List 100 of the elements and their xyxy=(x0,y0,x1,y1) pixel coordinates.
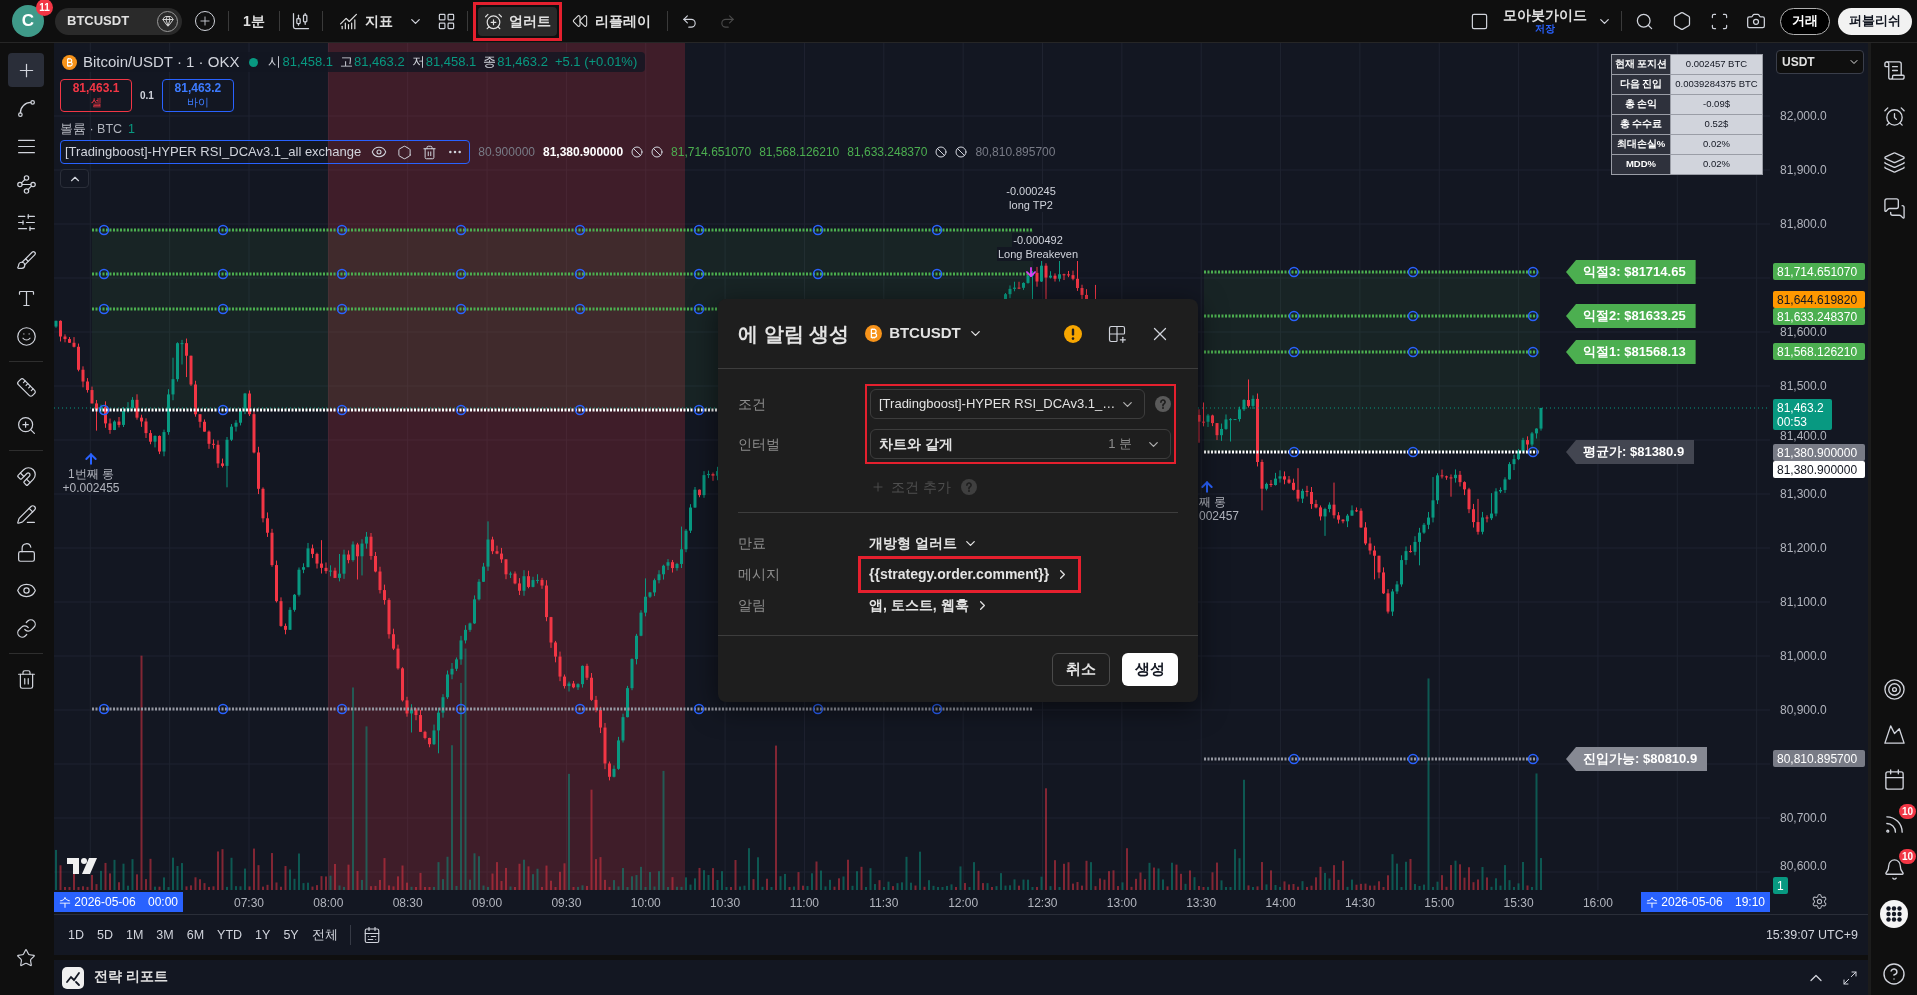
settings-button[interactable] xyxy=(397,144,413,160)
sidebar-button[interactable]: 10 xyxy=(1874,849,1914,889)
nodes-icon xyxy=(15,173,37,195)
price-label: 익절2: $81633.25 xyxy=(1566,304,1696,328)
table-cell: 다음 진입 xyxy=(1612,75,1670,94)
visibility-button[interactable] xyxy=(371,144,388,160)
field-label: 만료 xyxy=(738,534,767,553)
annotation-text: 째 롱 xyxy=(1199,495,1227,509)
price-tag: 80,810.895700 xyxy=(1773,750,1865,767)
add-widget-button[interactable] xyxy=(1107,323,1127,344)
price-tag: 81,380.900000 xyxy=(1773,444,1865,461)
maximize-icon xyxy=(1842,969,1858,986)
apps-grid-icon xyxy=(1880,900,1908,928)
indicator-name: [Tradingboost]-HYPER RSI_DCAv3.1_all exchange xyxy=(65,143,362,162)
publish-button[interactable]: 퍼블리쉬 xyxy=(1838,7,1912,35)
time-tick: 14:30 xyxy=(1343,895,1376,912)
indicators-button[interactable]: 지표 xyxy=(330,7,401,35)
undo-icon xyxy=(681,12,699,30)
time-tick: 14:00 xyxy=(1264,895,1297,912)
time-tick: 15:00 xyxy=(1423,895,1456,912)
countdown-text: 00:53 xyxy=(1777,414,1809,429)
price-tick: 81,200.0 xyxy=(1780,541,1827,555)
zoom-in-icon xyxy=(15,414,37,436)
price-tick: 80,700.0 xyxy=(1780,811,1827,825)
down-arrow-icon xyxy=(1024,265,1038,279)
table-cell: -0.09$ xyxy=(1671,95,1762,114)
range-button[interactable]: 1M xyxy=(119,922,150,948)
time-tick: 09:00 xyxy=(471,895,504,912)
symbol-search[interactable]: BTCUSDT xyxy=(55,7,182,35)
range-button[interactable]: YTD xyxy=(211,922,249,948)
field-label: 인터벌 xyxy=(738,434,781,454)
price-tag: 81,568.126210 xyxy=(1773,343,1865,360)
indicator-value: 81,633.248370 xyxy=(847,144,928,161)
price-tick: 81,300.0 xyxy=(1780,487,1827,501)
price-tick: 82,000.0 xyxy=(1780,109,1827,123)
interval-select[interactable]: 차트와 같게 1 분 xyxy=(870,429,1171,459)
brush-icon xyxy=(15,249,37,271)
eye-icon xyxy=(371,144,388,160)
buy-button[interactable]: 81,463.2 바이 xyxy=(161,79,234,112)
price-tick: 81,600.0 xyxy=(1780,325,1827,339)
ohlc-value: 81,458.1 xyxy=(425,53,477,72)
axis-settings-button[interactable] xyxy=(1811,893,1828,910)
table-cell: 0.0039284375 BTC xyxy=(1671,75,1762,94)
range-button[interactable]: 5Y xyxy=(277,922,305,948)
sidebar-button[interactable]: 10 xyxy=(1874,804,1914,844)
price-tag: 81,714.651070 xyxy=(1773,263,1865,280)
ohlc-label: 시 xyxy=(268,53,282,72)
interval-button[interactable]: 1분 xyxy=(235,7,273,35)
range-button[interactable]: 3M xyxy=(150,922,180,948)
ruler-icon xyxy=(15,376,37,398)
magnet-icon xyxy=(15,465,37,487)
dropdown-button[interactable]: 개방형 얼러트 xyxy=(869,533,978,554)
candlestick-icon xyxy=(290,11,311,31)
condition-select[interactable]: [Tradingboost]-HYPER RSI_DCAv3.1_… xyxy=(870,389,1145,419)
range-button[interactable]: 1Y xyxy=(249,922,277,948)
tool-button[interactable] xyxy=(8,53,44,87)
fullscreen-icon xyxy=(1709,11,1729,31)
range-button[interactable]: 1D xyxy=(62,922,90,948)
maximize-button[interactable] xyxy=(1842,969,1858,986)
notification-badge: 11 xyxy=(36,0,53,16)
time-tick: 09:30 xyxy=(550,895,583,912)
price-tick: 81,900.0 xyxy=(1780,163,1827,177)
calendar-icon xyxy=(1882,767,1906,791)
sell-button[interactable]: 81,463.1 셀 xyxy=(60,79,132,112)
time-tick: 13:30 xyxy=(1185,895,1218,912)
currency-select[interactable]: USDT xyxy=(1776,50,1864,74)
collapse-button[interactable] xyxy=(60,169,89,188)
alert-button[interactable]: 얼러트 xyxy=(477,6,557,36)
volume-label: 볼륨 · BTC xyxy=(60,120,123,138)
annotation-text: Long Breakeven xyxy=(996,247,1080,261)
panel-title[interactable]: 전략 리포트 xyxy=(94,967,168,988)
table-cell: 0.02% xyxy=(1671,155,1762,174)
grid-plus-icon xyxy=(1107,323,1127,344)
delete-button[interactable] xyxy=(422,144,438,160)
help-icon xyxy=(1155,396,1171,412)
help-icon xyxy=(960,479,977,495)
symbol-select[interactable]: BTCUSDT xyxy=(865,322,983,345)
list-icon xyxy=(1882,58,1906,82)
settings-link[interactable]: {{strategy.order.comment}} xyxy=(869,564,1071,585)
camera-icon xyxy=(1746,11,1766,31)
layout-name-button[interactable]: 모아봇가이드 저장 xyxy=(1503,8,1587,34)
time-tick: 16:00 xyxy=(1581,895,1614,912)
range-button[interactable]: 5D xyxy=(91,922,119,948)
ohlc-label: 저 xyxy=(411,53,425,72)
range-button[interactable]: 전체 xyxy=(305,922,344,948)
table-cell: 현재 포지션 xyxy=(1612,55,1670,74)
settings-link[interactable]: 앱, 토스트, 웹훅 xyxy=(869,595,990,616)
price-label: 진입가능: $80810.9 xyxy=(1566,747,1708,771)
up-arrow-icon xyxy=(83,451,99,467)
range-button[interactable]: 6M xyxy=(180,922,211,948)
smiley-icon xyxy=(15,325,37,347)
interval-unit: 1 분 xyxy=(1108,435,1132,454)
replay-button[interactable]: 리플레이 xyxy=(565,7,657,35)
plus-icon xyxy=(871,480,885,494)
trade-button[interactable]: 거래 xyxy=(1780,7,1830,35)
alarm-clock-icon xyxy=(483,11,503,31)
time-tick: 08:30 xyxy=(391,895,424,912)
curve-icon xyxy=(15,97,37,119)
date-range-button[interactable] xyxy=(362,926,381,944)
coin-icon xyxy=(62,54,77,70)
